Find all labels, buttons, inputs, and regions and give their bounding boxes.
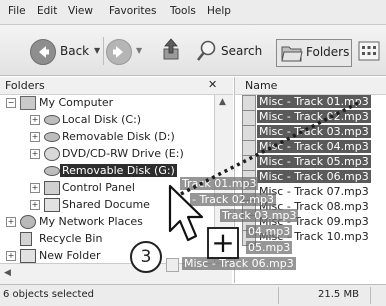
tree-item-local-disk-c[interactable]: + Local Disk (C:) — [0, 112, 214, 128]
audio-file-icon — [242, 155, 256, 171]
expand-toggle-icon[interactable]: + — [30, 132, 40, 142]
expand-toggle-icon[interactable]: + — [30, 149, 40, 159]
tree-item-label: My Network Places — [39, 215, 143, 228]
toolbar: Back ▼ ▼ Search Folders — [0, 25, 386, 76]
control-panel-icon — [44, 181, 60, 195]
search-icon — [196, 40, 216, 61]
views-grid-icon — [358, 41, 380, 61]
folders-icon — [281, 46, 303, 62]
folder-icon — [44, 198, 60, 212]
folders-label: Folders — [306, 45, 350, 59]
selection-count: 6 objects selected — [3, 289, 94, 300]
tree-item-label: My Computer — [39, 96, 114, 109]
expand-toggle-icon[interactable]: + — [30, 183, 40, 193]
file-name: Misc - Track 03.mp3 — [257, 125, 371, 138]
drag-ghost: Track 01.mp3 - Track 02.mp3 Track 03.mp3… — [150, 177, 299, 282]
tree-item-removable-disk-d[interactable]: + Removable Disk (D:) — [0, 129, 214, 145]
tree-item-label: DVD/CD-RW Drive (E:) — [62, 147, 184, 160]
status-separator — [370, 287, 371, 304]
close-folders-pane-icon[interactable]: ✕ — [208, 78, 217, 91]
up-folder-icon — [163, 38, 179, 60]
tree-item-dvd-drive-e[interactable]: + DVD/CD-RW Drive (E:) — [0, 146, 214, 162]
expand-toggle-icon[interactable]: + — [6, 251, 16, 261]
step-number-badge: 3 — [130, 241, 162, 273]
tree-item-label: Recycle Bin — [39, 232, 103, 245]
name-column-label: Name — [245, 79, 278, 92]
views-button[interactable] — [358, 41, 382, 63]
status-separator — [278, 287, 279, 304]
back-dropdown-icon[interactable]: ▼ — [94, 46, 100, 55]
folders-button[interactable]: Folders — [276, 39, 352, 67]
drag-ghost-label: 05.mp3 — [246, 241, 293, 254]
audio-file-icon — [242, 140, 256, 156]
menu-edit[interactable]: Edit — [37, 5, 57, 17]
menu-view[interactable]: View — [68, 5, 93, 17]
tree-item-label: Removable Disk (D:) — [62, 130, 175, 143]
folders-pane-title: Folders — [5, 79, 45, 92]
expand-toggle-icon[interactable]: + — [6, 217, 16, 227]
up-folder-button[interactable] — [160, 37, 186, 65]
drag-ghost-item: Misc - Track 06.mp3 — [160, 257, 296, 272]
audio-file-icon — [242, 95, 256, 111]
forward-button[interactable]: ▼ — [106, 37, 154, 65]
menu-file[interactable]: File — [8, 5, 26, 17]
menu-favorites[interactable]: Favorites — [109, 5, 156, 17]
drag-ghost-label: Track 01.mp3 — [180, 177, 259, 190]
drag-ghost-label: Track 03.mp3 — [220, 209, 299, 222]
audio-file-icon — [166, 258, 179, 272]
scroll-up-icon[interactable]: ▲ — [219, 97, 226, 107]
tree-item-label: Shared Docume — [62, 198, 150, 211]
scroll-left-icon[interactable]: ◀ — [4, 268, 11, 278]
menu-bar: File Edit View Favorites Tools Help — [0, 0, 386, 25]
file-name: Misc - Track 01.mp3 — [257, 95, 371, 108]
recycle-bin-icon — [20, 232, 32, 246]
drive-icon — [44, 132, 60, 142]
tree-item-label: Local Disk (C:) — [62, 113, 142, 126]
drag-ghost-label: - Track 02.mp3 — [190, 193, 276, 206]
back-label: Back — [60, 44, 90, 58]
forward-dropdown-icon[interactable]: ▼ — [136, 46, 142, 55]
drive-icon — [44, 166, 60, 176]
network-icon — [20, 215, 36, 229]
audio-file-icon — [242, 125, 256, 141]
forward-arrow-icon — [106, 39, 132, 65]
folders-pane-header: Folders ✕ — [0, 77, 233, 95]
drag-ghost-label: 04.mp3 — [246, 225, 293, 238]
selection-size: 21.5 MB — [318, 289, 359, 300]
expand-toggle-icon[interactable]: + — [30, 115, 40, 125]
drag-ghost-label: Misc - Track 06.mp3 — [182, 257, 296, 270]
back-arrow-icon — [30, 39, 56, 65]
toolbar-separator — [103, 37, 104, 65]
menu-help[interactable]: Help — [207, 5, 231, 17]
search-button[interactable]: Search — [196, 37, 270, 65]
back-button[interactable]: Back ▼ — [30, 37, 102, 65]
file-name: Misc - Track 04.mp3 — [257, 140, 371, 153]
search-label: Search — [221, 44, 263, 58]
folder-icon — [20, 249, 36, 263]
file-name: Misc - Track 02.mp3 — [257, 110, 371, 123]
audio-file-icon — [242, 110, 256, 126]
collapse-toggle-icon[interactable]: − — [6, 98, 16, 108]
file-name: Misc - Track 05.mp3 — [257, 155, 371, 168]
tree-item-label: Removable Disk (G:) — [60, 164, 177, 177]
expand-toggle-icon[interactable]: + — [30, 200, 40, 210]
menu-tools[interactable]: Tools — [170, 5, 196, 17]
status-bar: 6 objects selected 21.5 MB — [0, 284, 386, 306]
computer-icon — [20, 96, 36, 110]
name-column-header[interactable]: Name — [234, 77, 386, 95]
tree-item-label: New Folder — [39, 249, 101, 262]
tree-item-my-computer[interactable]: − My Computer — [0, 95, 214, 111]
dvd-icon — [44, 147, 60, 161]
tree-item-label: Control Panel — [62, 181, 135, 194]
drive-icon — [44, 115, 60, 125]
